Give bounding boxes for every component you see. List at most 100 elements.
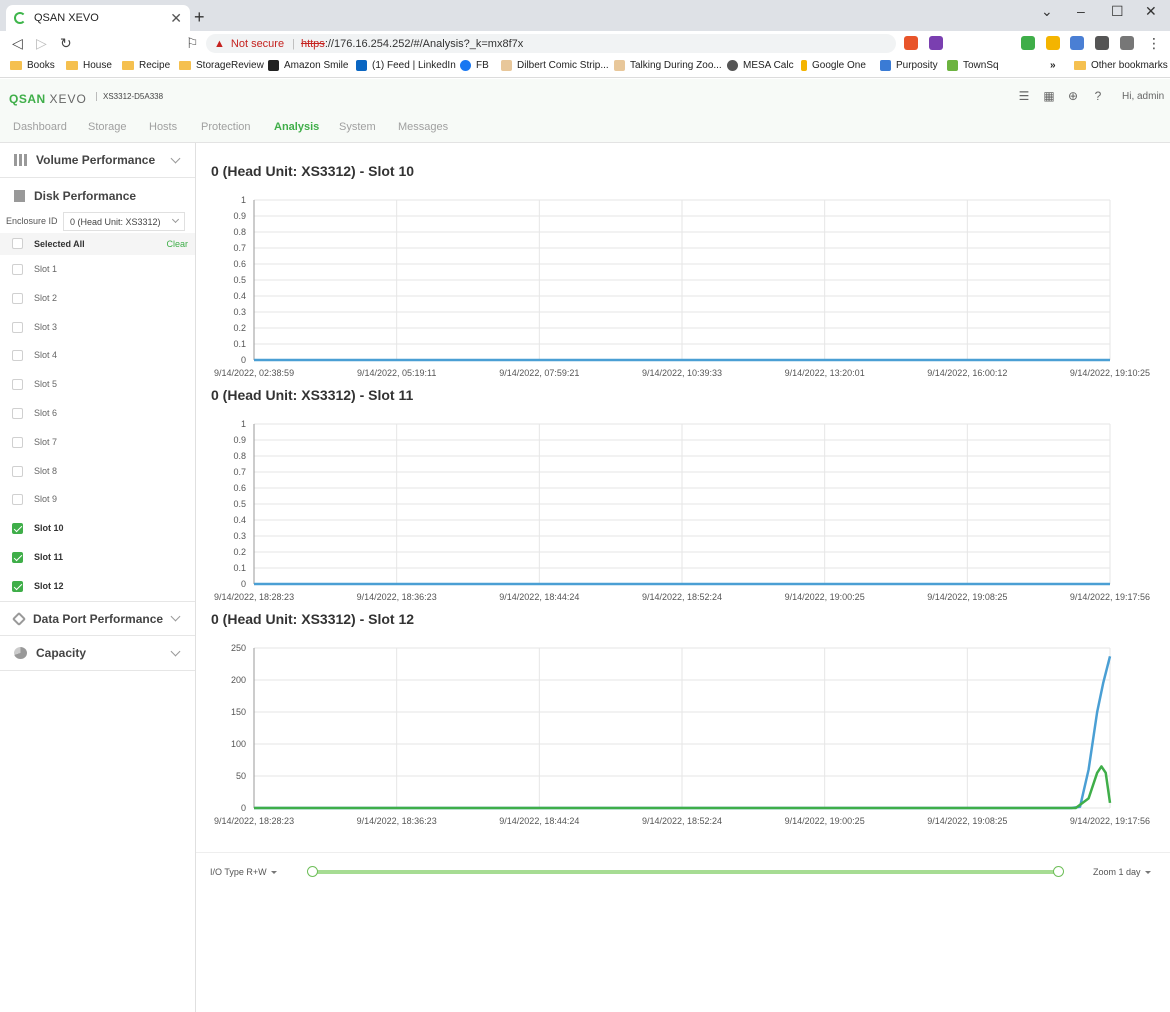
slot-checkbox[interactable] <box>12 292 23 304</box>
y-tick-label: 0.5 <box>233 275 246 285</box>
drive-icon[interactable] <box>1046 36 1060 50</box>
address-bar[interactable]: ▲ Not secure | https ://176.16.254.252/#… <box>206 34 896 53</box>
tab-close-icon[interactable]: ✕ <box>170 10 182 27</box>
browser-toolbar: ◁ ▷ ↻ ⚐ ▲ Not secure | https ://176.16.2… <box>0 31 1170 56</box>
grid-icon[interactable]: ▦ <box>1043 90 1055 102</box>
menu-icon[interactable]: ⋮ <box>1147 35 1161 52</box>
browser-tab[interactable]: QSAN XEVO ✕ <box>6 5 190 31</box>
translate-icon[interactable] <box>1070 36 1084 50</box>
y-tick-label: 0.5 <box>233 499 246 509</box>
bookmark-item[interactable]: House <box>66 60 112 71</box>
slot-row[interactable]: Slot 3 <box>0 318 195 338</box>
slot-row[interactable]: Slot 6 <box>0 404 195 424</box>
volume-performance-section[interactable]: Volume Performance <box>0 143 195 178</box>
other-bookmarks[interactable]: Other bookmarks <box>1074 60 1168 71</box>
disk-performance-section[interactable]: Disk Performance <box>0 178 195 213</box>
slot-checkbox[interactable] <box>12 350 23 362</box>
slot-row[interactable]: Slot 10 <box>0 519 195 539</box>
y-tick-label: 0.3 <box>233 531 246 541</box>
slot-checkbox[interactable] <box>12 408 23 419</box>
bookmark-item[interactable]: Amazon Smile <box>268 60 348 71</box>
puzzle-icon[interactable] <box>1095 36 1109 50</box>
slider-end-handle[interactable] <box>1053 866 1064 877</box>
window-close-icon[interactable]: ✕ <box>1145 3 1157 20</box>
slot-row[interactable]: Slot 9 <box>0 490 195 510</box>
slot-row[interactable]: Slot 2 <box>0 289 195 309</box>
y-tick-label: 0.8 <box>233 451 246 461</box>
io-type-dropdown[interactable]: I/O Type R+W <box>210 867 277 877</box>
wallet-icon[interactable] <box>1120 36 1134 50</box>
slot-row[interactable]: Slot 5 <box>0 375 195 395</box>
bookmark-item[interactable]: Dilbert Comic Strip... <box>501 60 609 71</box>
back-icon[interactable]: ◁ <box>12 35 23 52</box>
chevron-down-icon <box>171 215 180 224</box>
chevron-down-icon <box>170 611 181 622</box>
slot-checkbox[interactable] <box>12 494 23 506</box>
bookmark-item[interactable]: Purposity <box>880 60 938 71</box>
caret-down-icon <box>270 871 277 875</box>
tab-system[interactable]: System <box>339 121 376 133</box>
slot-checkbox[interactable] <box>12 321 23 333</box>
brave-shield-icon[interactable] <box>904 36 918 50</box>
user-greeting[interactable]: Hi, admin <box>1122 91 1164 102</box>
tab-dashboard[interactable]: Dashboard <box>13 121 67 133</box>
triangle-extension-icon[interactable] <box>929 36 943 50</box>
bookmark-item[interactable]: Talking During Zoo... <box>614 60 722 71</box>
forward-icon[interactable]: ▷ <box>36 35 47 52</box>
slot-row[interactable]: Slot 4 <box>0 346 195 366</box>
x-tick-label: 9/14/2022, 10:39:33 <box>642 368 722 378</box>
slot-checkbox[interactable] <box>12 264 23 275</box>
tab-messages[interactable]: Messages <box>398 121 448 133</box>
slot-row[interactable]: Slot 11 <box>0 548 195 568</box>
bookmark-item[interactable]: Recipe <box>122 60 170 71</box>
capacity-section[interactable]: Capacity <box>0 636 195 671</box>
help-icon[interactable]: ? <box>1092 90 1104 102</box>
model-label: XS3312-D5A338 <box>96 92 163 101</box>
x-tick-label: 9/14/2022, 18:36:23 <box>357 592 437 602</box>
x-tick-label: 9/14/2022, 19:08:25 <box>927 592 1007 602</box>
slot-checkbox[interactable] <box>12 523 23 535</box>
folder-icon <box>179 61 191 70</box>
time-range-slider[interactable] <box>308 870 1062 874</box>
slider-start-handle[interactable] <box>307 866 318 877</box>
slot-checkbox[interactable] <box>12 580 23 592</box>
reload-icon[interactable]: ↻ <box>60 35 72 52</box>
slot-checkbox[interactable] <box>12 379 23 391</box>
bookmark-item[interactable]: FB <box>460 60 489 71</box>
enclosure-select[interactable]: 0 (Head Unit: XS3312) <box>63 212 185 231</box>
bookmark-item[interactable]: TownSq <box>947 60 999 71</box>
select-all-checkbox[interactable] <box>12 238 23 249</box>
minimize-icon[interactable]: – <box>1077 3 1085 19</box>
maximize-icon[interactable]: ☐ <box>1111 3 1124 20</box>
clear-link[interactable]: Clear <box>166 239 188 249</box>
bookmark-item[interactable]: StorageReview <box>179 60 264 71</box>
data-port-performance-section[interactable]: Data Port Performance <box>0 601 195 636</box>
dilbert-icon <box>614 60 625 71</box>
slot-row[interactable]: Slot 7 <box>0 433 195 453</box>
slot-checkbox[interactable] <box>12 465 23 477</box>
globe-icon[interactable]: ⊕ <box>1067 90 1079 102</box>
filter-icon[interactable]: ☰ <box>1018 90 1030 102</box>
bookmarks-more-button[interactable]: » <box>1050 60 1056 71</box>
slot-checkbox[interactable] <box>12 552 23 563</box>
tab-analysis[interactable]: Analysis <box>274 121 319 133</box>
extension-green-icon[interactable] <box>1021 36 1035 50</box>
tab-storage[interactable]: Storage <box>88 121 127 133</box>
chevron-down-icon[interactable]: ⌄ <box>1041 3 1053 20</box>
zoom-dropdown[interactable]: Zoom 1 day <box>1093 867 1151 877</box>
bar-chart-icon <box>14 154 27 166</box>
bookmark-item[interactable]: Google One <box>801 60 866 71</box>
y-tick-label: 0.7 <box>233 243 246 253</box>
slot-row[interactable]: Slot 1 <box>0 260 195 280</box>
new-tab-button[interactable]: + <box>194 7 205 28</box>
slot-row[interactable]: Slot 12 <box>0 577 195 597</box>
slot-row[interactable]: Slot 8 <box>0 462 195 482</box>
slot-checkbox[interactable] <box>12 436 23 448</box>
bookmark-item[interactable]: MESA Calc <box>727 60 794 71</box>
y-tick-label: 200 <box>231 675 246 685</box>
tab-protection[interactable]: Protection <box>201 121 251 133</box>
tab-hosts[interactable]: Hosts <box>149 121 177 133</box>
bookmark-item[interactable]: (1) Feed | LinkedIn <box>356 60 456 71</box>
bookmark-item[interactable]: Books <box>10 60 55 71</box>
bookmark-icon[interactable]: ⚐ <box>186 35 199 52</box>
